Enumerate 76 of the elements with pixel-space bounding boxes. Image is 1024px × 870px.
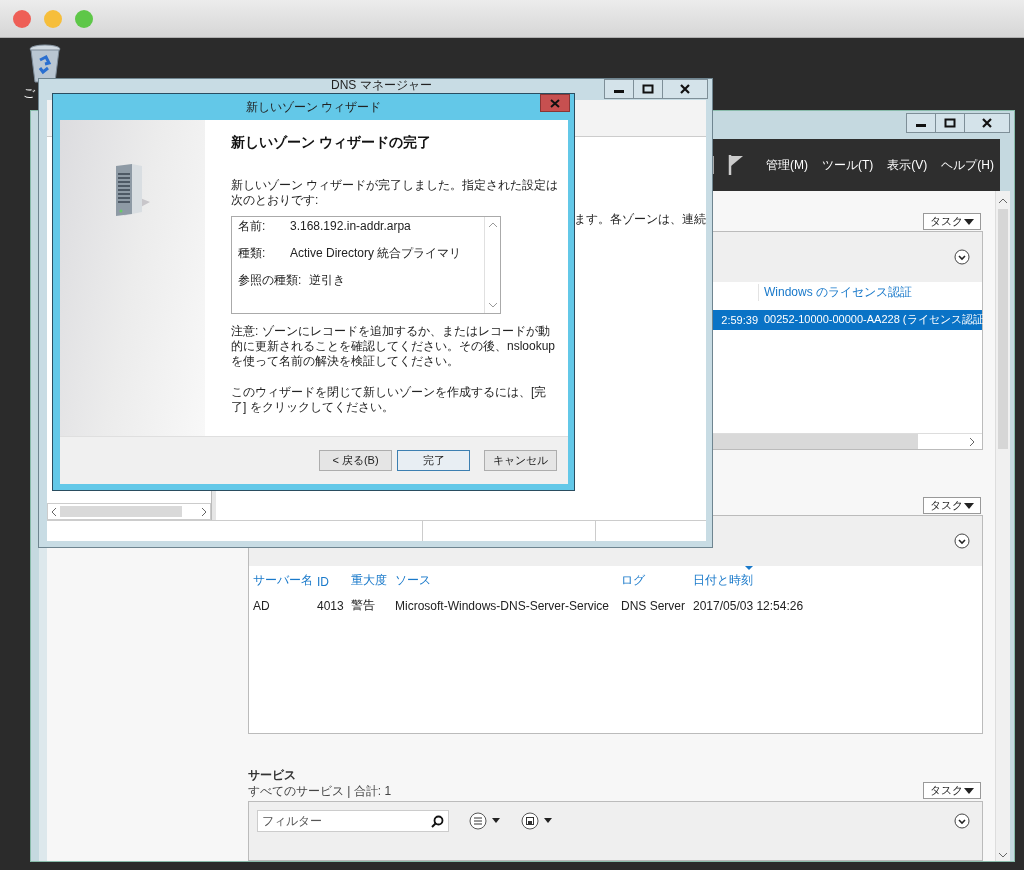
column-header[interactable]: ソース [395,565,619,589]
table-cell-text: DNS Server [621,598,686,613]
summary-value: 逆引き [309,273,346,288]
table-cell-text: 4013 [317,598,345,613]
menu-item[interactable]: ツール(T) [822,156,874,174]
summary-label: 参照の種類: [238,273,302,288]
column-header[interactable]: Windows のライセンス認証 [758,284,912,302]
summary-label: 種類: [238,246,267,261]
menu-item[interactable]: ヘルプ(H) [941,156,994,174]
wizard-heading: 新しいゾーン ウィザードの完了 [231,134,432,152]
vertical-scrollbar[interactable] [995,191,1010,861]
menu-item[interactable]: 管理(M) [766,156,808,174]
dialog-button[interactable]: キャンセル [484,450,557,471]
maximize-button[interactable] [935,113,965,133]
vertical-scrollbar[interactable] [484,217,500,313]
column-header[interactable]: 日付と時刻 [693,565,805,589]
close-button[interactable] [964,113,1010,133]
intro-text: 新しいゾーン ウィザードが完了しました。指定された設定は次のとおりです: [231,178,560,208]
caret-icon [964,218,974,225]
tasks-dropdown[interactable]: タスク [923,213,981,230]
table-cell: 2:59:39 [721,313,758,326]
table-cell: 2017/05/03 12:54:26 [693,598,805,613]
window-title: DNS マネージャー [331,79,432,92]
menu-item[interactable]: 表示(V) [887,156,928,174]
scroll-up-icon[interactable] [487,221,498,229]
save-icon [521,812,553,830]
minimize-button[interactable] [906,113,936,133]
maximize-icon [944,118,956,128]
column-header[interactable]: ログ [621,565,691,589]
maximize-button[interactable] [633,79,663,99]
column-header[interactable]: 重大度 [351,565,393,589]
desktop-icon-label: ご [23,86,35,100]
table-cell-text: 警告 [351,597,376,615]
instruction-text: このウィザードを閉じて新しいゾーンを作成するには、[完了] をクリックしてください。 [231,385,548,415]
table-row[interactable]: AD 4013 警告 Microsoft-Windows-DNS-Server-Service DNS Server 2017/05/03 12:54:26 [249,595,982,616]
section-title: サービス [248,767,297,783]
expand-icon[interactable] [954,248,970,265]
caret-icon [964,787,974,794]
minimize-button[interactable] [604,79,634,99]
scroll-thumb[interactable] [998,209,1008,449]
close-button[interactable] [662,79,708,99]
summary-label: 名前: [238,219,267,234]
column-header[interactable]: ID [317,568,349,589]
note-text: 注意: ゾーンにレコードを追加するか、またはレコードが動的に更新されることを確認してください。その後、nslookup を使って名前の解決を検証してください。 [231,324,557,369]
filter-field[interactable]: フィルター [257,810,449,832]
maximize-icon [642,84,654,94]
list-view-button[interactable] [469,812,501,830]
expand-icon[interactable] [954,532,970,549]
summary-value: Active Directory 統合プライマリ [290,246,462,261]
save-query-button[interactable] [521,812,553,830]
dialog-button[interactable]: 完了 [397,450,470,471]
scroll-down-icon[interactable] [998,851,1008,859]
dialog-title: 新しいゾーン ウィザード [245,98,382,116]
column-header[interactable]: サーバー名 [253,565,315,589]
section-subtitle: すべてのサービス | 合計: 1 [248,783,392,799]
description-text: ます。各ゾーンは、連続 [574,212,706,226]
expand-icon[interactable] [954,813,970,829]
list-icon [469,812,501,830]
table-cell-text: Microsoft-Windows-DNS-Server-Service [395,598,611,613]
dialog-button[interactable]: < 戻る(B) [319,450,392,471]
scroll-right-icon[interactable] [200,506,208,517]
close-icon [981,118,993,128]
tasks-dropdown[interactable]: タスク [923,782,981,799]
close-icon [679,84,691,94]
table-cell-text: AD [253,598,271,613]
scroll-down-icon[interactable] [487,301,498,309]
tasks-dropdown[interactable]: タスク [923,497,981,514]
caret-icon [964,502,974,509]
scroll-thumb[interactable] [60,506,182,517]
scroll-up-icon[interactable] [998,197,1008,205]
flag-icon[interactable] [728,154,744,176]
summary-value: 3.168.192.in-addr.arpa [290,219,411,234]
scroll-left-icon[interactable] [50,506,58,517]
close-icon [550,98,560,108]
scroll-right-icon[interactable] [968,436,976,447]
horizontal-scrollbar[interactable] [47,503,211,520]
